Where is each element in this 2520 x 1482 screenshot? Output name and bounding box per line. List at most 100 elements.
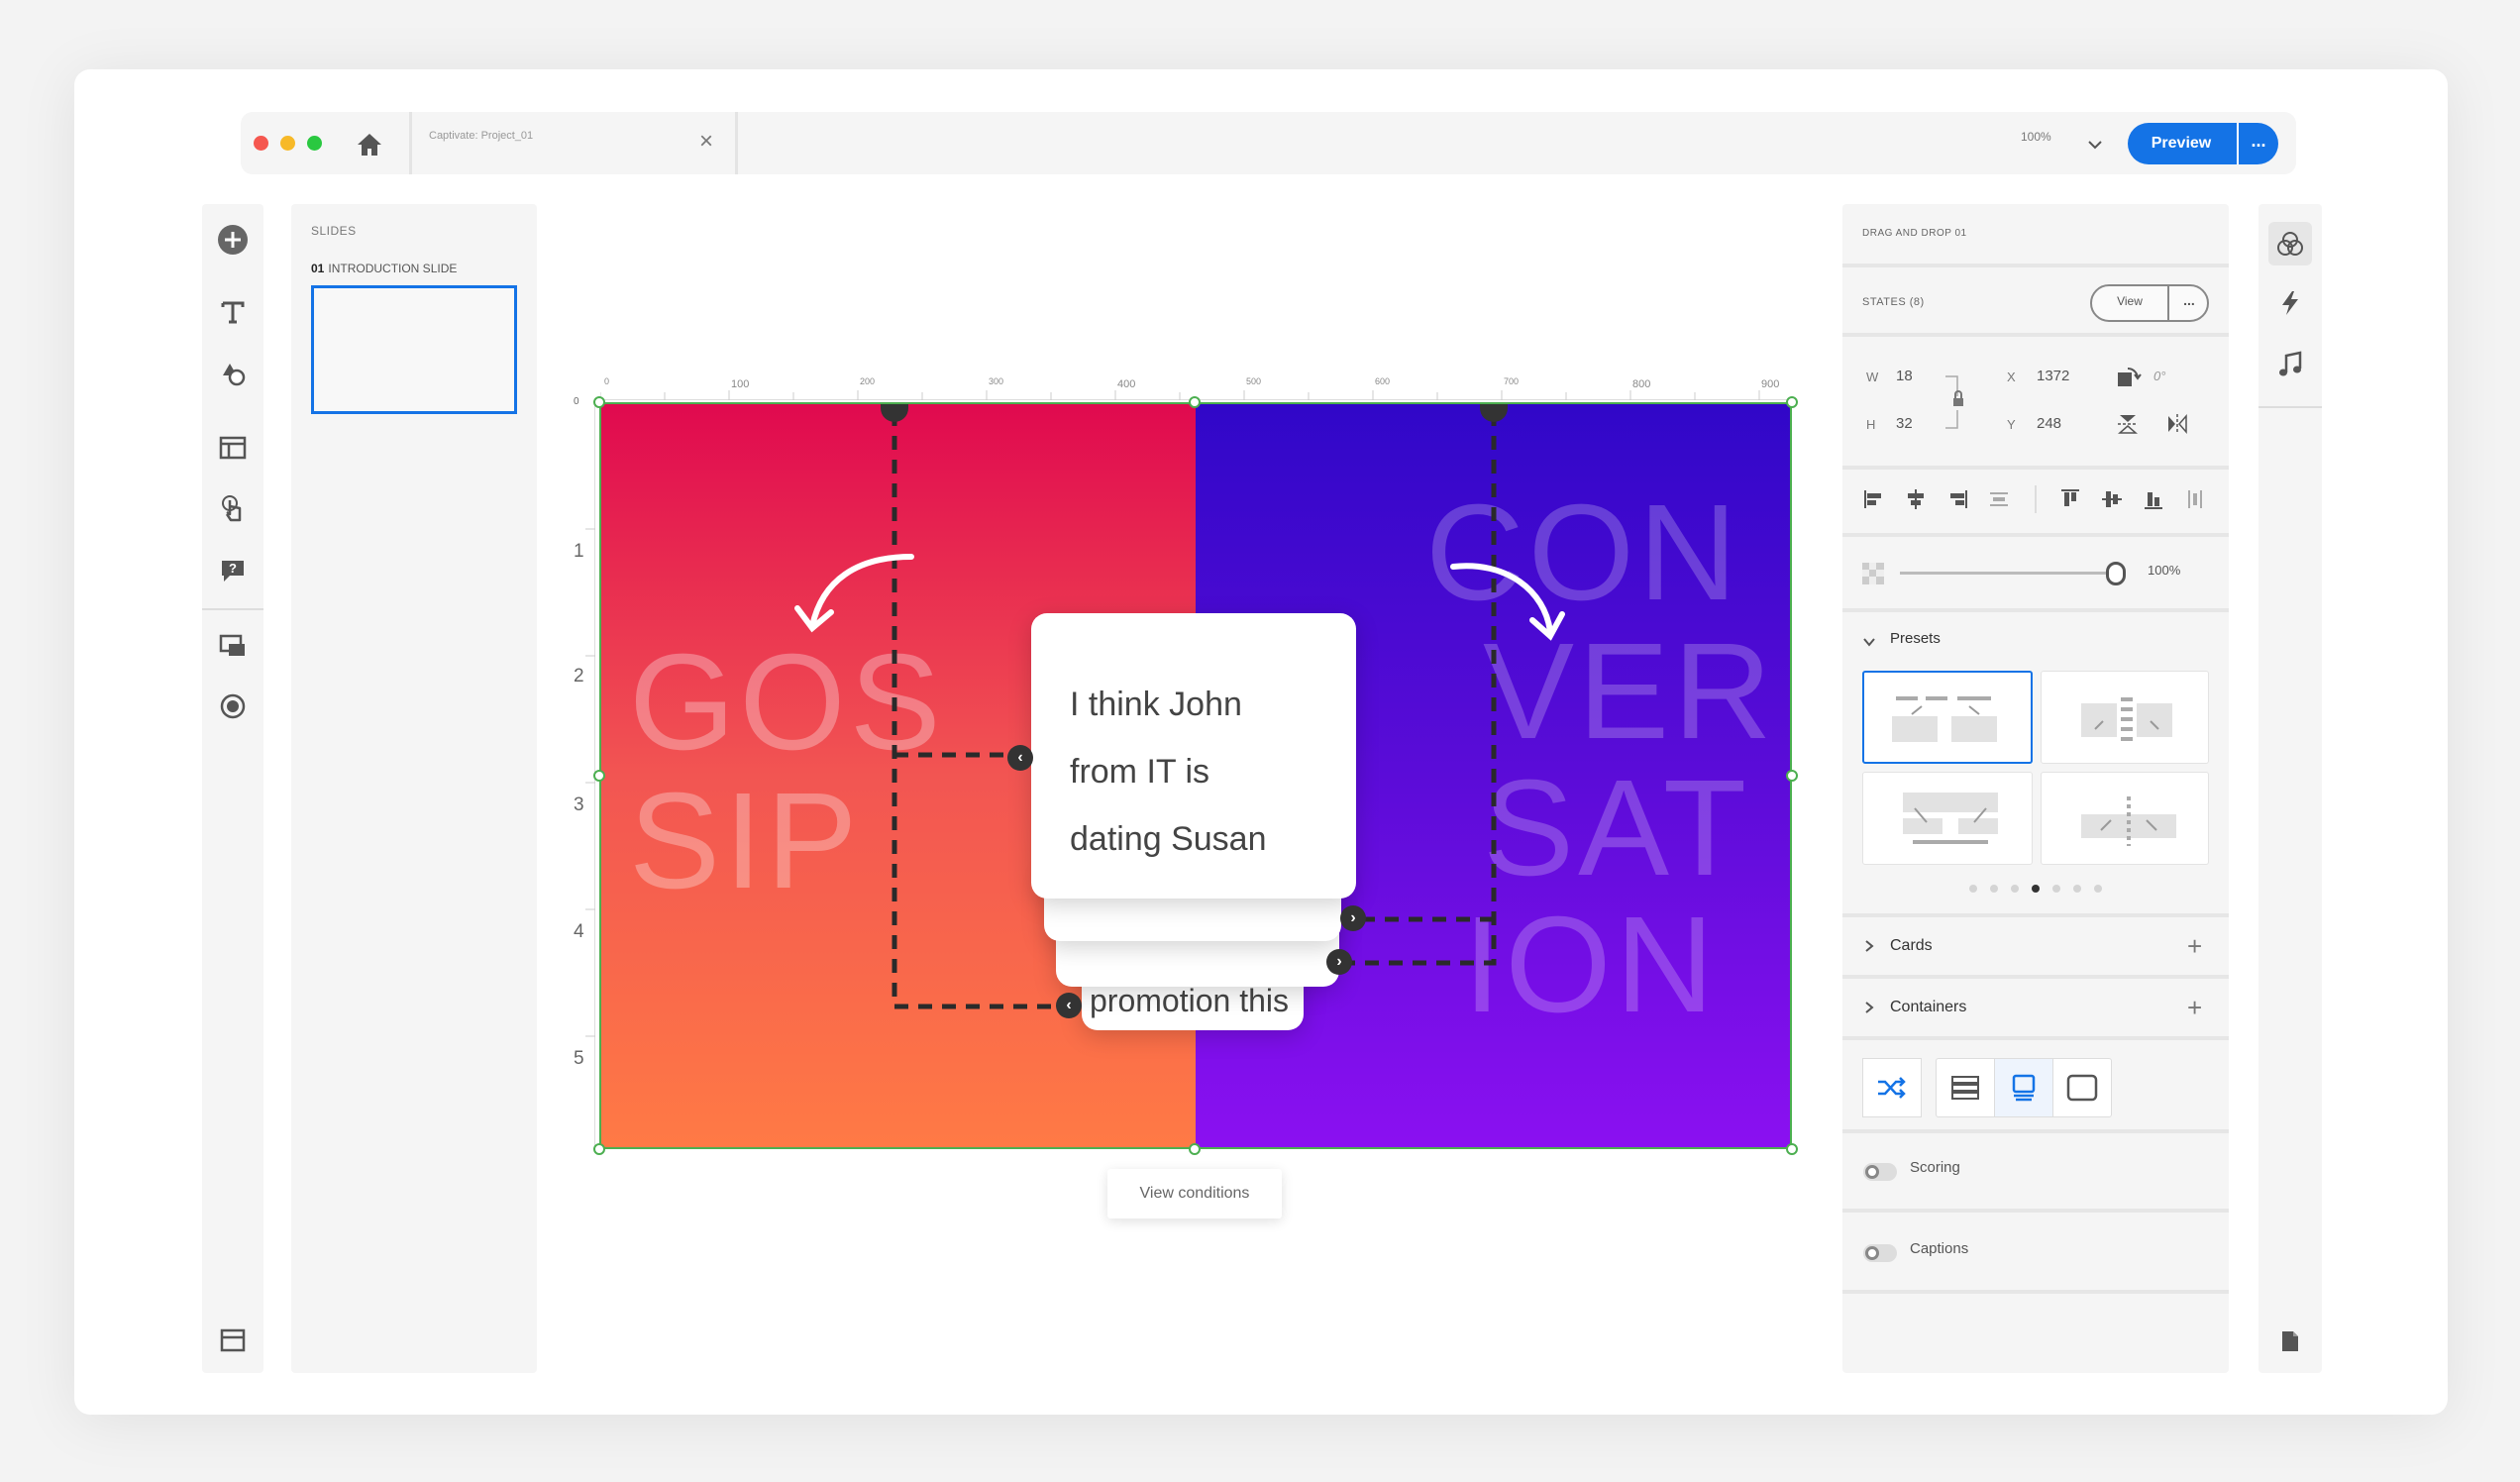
close-tab-icon[interactable]: × bbox=[699, 128, 713, 156]
slide-thumbnail[interactable] bbox=[311, 285, 517, 414]
media-icon[interactable] bbox=[202, 626, 263, 666]
shapes-icon[interactable] bbox=[202, 354, 263, 393]
resize-handle[interactable] bbox=[1189, 396, 1201, 408]
preset-page-dot-active[interactable] bbox=[2032, 885, 2040, 893]
ruler-tick-label: 400 bbox=[1117, 378, 1136, 390]
section-divider bbox=[1842, 913, 2229, 917]
chevron-down-icon[interactable] bbox=[2088, 137, 2102, 150]
height-field[interactable]: 32 bbox=[1896, 415, 1913, 432]
record-icon[interactable] bbox=[202, 687, 263, 726]
states-view-button[interactable]: View bbox=[2092, 286, 2169, 320]
resize-handle[interactable] bbox=[1786, 396, 1798, 408]
home-icon[interactable] bbox=[356, 132, 383, 162]
opacity-slider-thumb[interactable] bbox=[2106, 562, 2126, 585]
opacity-value[interactable]: 100% bbox=[2148, 563, 2180, 578]
preview-button[interactable]: Preview bbox=[2128, 123, 2235, 164]
align-top-icon[interactable] bbox=[2058, 487, 2082, 516]
shuffle-icon[interactable] bbox=[1862, 1058, 1922, 1117]
rotation-field[interactable]: 0° bbox=[2153, 369, 2165, 383]
card-text-line: from IT is bbox=[1070, 753, 1210, 791]
height-label: H bbox=[1866, 417, 1876, 432]
document-tab-label[interactable]: Captivate: Project_01 bbox=[429, 130, 533, 142]
preview-more-button[interactable]: ... bbox=[2237, 123, 2278, 164]
properties-icon[interactable] bbox=[2268, 222, 2312, 265]
states-label: STATES (8) bbox=[1862, 296, 1925, 308]
scoring-toggle[interactable] bbox=[1863, 1163, 1897, 1181]
distribute-vertical-icon[interactable] bbox=[1987, 487, 2011, 516]
back-card-text: promotion this bbox=[1090, 983, 1289, 1018]
rotate-icon[interactable] bbox=[2116, 365, 2142, 395]
distribute-horizontal-icon[interactable] bbox=[2183, 487, 2207, 516]
align-left-icon[interactable] bbox=[1862, 487, 1886, 516]
chevron-right-icon[interactable]: › bbox=[1326, 949, 1352, 975]
preset-page-dot[interactable] bbox=[1990, 885, 1998, 893]
lock-aspect-icon[interactable] bbox=[1943, 374, 1963, 430]
resize-handle[interactable] bbox=[593, 1143, 605, 1155]
chevron-right-icon[interactable] bbox=[1864, 939, 1874, 958]
containers-heading[interactable]: Containers bbox=[1890, 999, 1966, 1016]
resize-handle[interactable] bbox=[593, 770, 605, 782]
align-right-icon[interactable] bbox=[1945, 487, 1969, 516]
audio-icon[interactable] bbox=[2278, 351, 2304, 383]
section-divider bbox=[1842, 466, 2229, 470]
x-field[interactable]: 1372 bbox=[2037, 368, 2069, 384]
card-text-line: I think John bbox=[1070, 686, 1242, 723]
chevron-down-icon[interactable] bbox=[1862, 634, 1876, 652]
cards-heading[interactable]: Cards bbox=[1890, 937, 1933, 955]
close-window-button[interactable] bbox=[254, 136, 268, 151]
preset-page-dot[interactable] bbox=[2052, 885, 2060, 893]
width-field[interactable]: 18 bbox=[1896, 368, 1913, 384]
chevron-left-icon[interactable]: ‹ bbox=[1007, 745, 1033, 771]
captions-toggle[interactable] bbox=[1863, 1244, 1897, 1262]
slide-item-title[interactable]: 01 INTRODUCTION SLIDE bbox=[311, 262, 457, 275]
preset-page-dot[interactable] bbox=[2011, 885, 2019, 893]
minimize-window-button[interactable] bbox=[280, 136, 295, 151]
align-center-icon[interactable] bbox=[1904, 487, 1928, 516]
object-name: DRAG AND DROP 01 bbox=[1862, 228, 1967, 239]
x-label: X bbox=[2007, 370, 2016, 384]
resize-handle[interactable] bbox=[1189, 1143, 1201, 1155]
document-icon[interactable] bbox=[2280, 1329, 2300, 1358]
panel-toggle-icon[interactable] bbox=[202, 1321, 263, 1360]
chevron-left-icon[interactable]: ‹ bbox=[1056, 993, 1082, 1018]
preset-page-dot[interactable] bbox=[2094, 885, 2102, 893]
chevron-right-icon[interactable] bbox=[1864, 1001, 1874, 1019]
layout-icon[interactable] bbox=[202, 428, 263, 468]
ruler-vertical: 0 1 2 3 4 5 bbox=[566, 396, 595, 1149]
section-divider bbox=[1842, 608, 2229, 612]
interaction-icon[interactable] bbox=[202, 489, 263, 529]
opacity-slider-track[interactable] bbox=[1900, 572, 2114, 575]
card-stack-icon[interactable] bbox=[1994, 1058, 2053, 1117]
preset-option[interactable] bbox=[2041, 772, 2209, 865]
preset-page-dot[interactable] bbox=[2073, 885, 2081, 893]
zoom-level[interactable]: 100% bbox=[2021, 130, 2051, 144]
single-card-icon[interactable] bbox=[2052, 1058, 2112, 1117]
states-more-button[interactable]: ... bbox=[2171, 286, 2207, 320]
lightning-icon[interactable] bbox=[2278, 289, 2302, 322]
section-divider bbox=[1842, 1290, 2229, 1294]
resize-handle[interactable] bbox=[1786, 1143, 1798, 1155]
flip-horizontal-icon[interactable] bbox=[2165, 412, 2189, 441]
preset-option[interactable] bbox=[1862, 671, 2033, 764]
resize-handle[interactable] bbox=[1786, 770, 1798, 782]
add-container-icon[interactable]: + bbox=[2187, 995, 2202, 1020]
preset-option[interactable] bbox=[2041, 671, 2209, 764]
quiz-icon[interactable]: ? bbox=[202, 551, 263, 590]
add-icon[interactable] bbox=[202, 220, 263, 260]
presets-heading[interactable]: Presets bbox=[1890, 630, 1941, 647]
align-middle-icon[interactable] bbox=[2100, 487, 2124, 516]
add-card-icon[interactable]: + bbox=[2187, 933, 2202, 959]
resize-handle[interactable] bbox=[593, 396, 605, 408]
ruler-tick-label: 4 bbox=[574, 921, 584, 942]
align-bottom-icon[interactable] bbox=[2142, 487, 2165, 516]
chevron-right-icon[interactable]: › bbox=[1340, 905, 1366, 931]
flip-vertical-icon[interactable] bbox=[2116, 412, 2140, 441]
view-conditions-button[interactable]: View conditions bbox=[1107, 1169, 1282, 1218]
maximize-window-button[interactable] bbox=[307, 136, 322, 151]
preset-option[interactable] bbox=[1862, 772, 2033, 865]
text-icon[interactable] bbox=[202, 292, 263, 332]
preset-page-dot[interactable] bbox=[1969, 885, 1977, 893]
y-field[interactable]: 248 bbox=[2037, 415, 2061, 432]
slide-number: 01 bbox=[311, 262, 325, 275]
stack-layout-icon[interactable] bbox=[1936, 1058, 1995, 1117]
